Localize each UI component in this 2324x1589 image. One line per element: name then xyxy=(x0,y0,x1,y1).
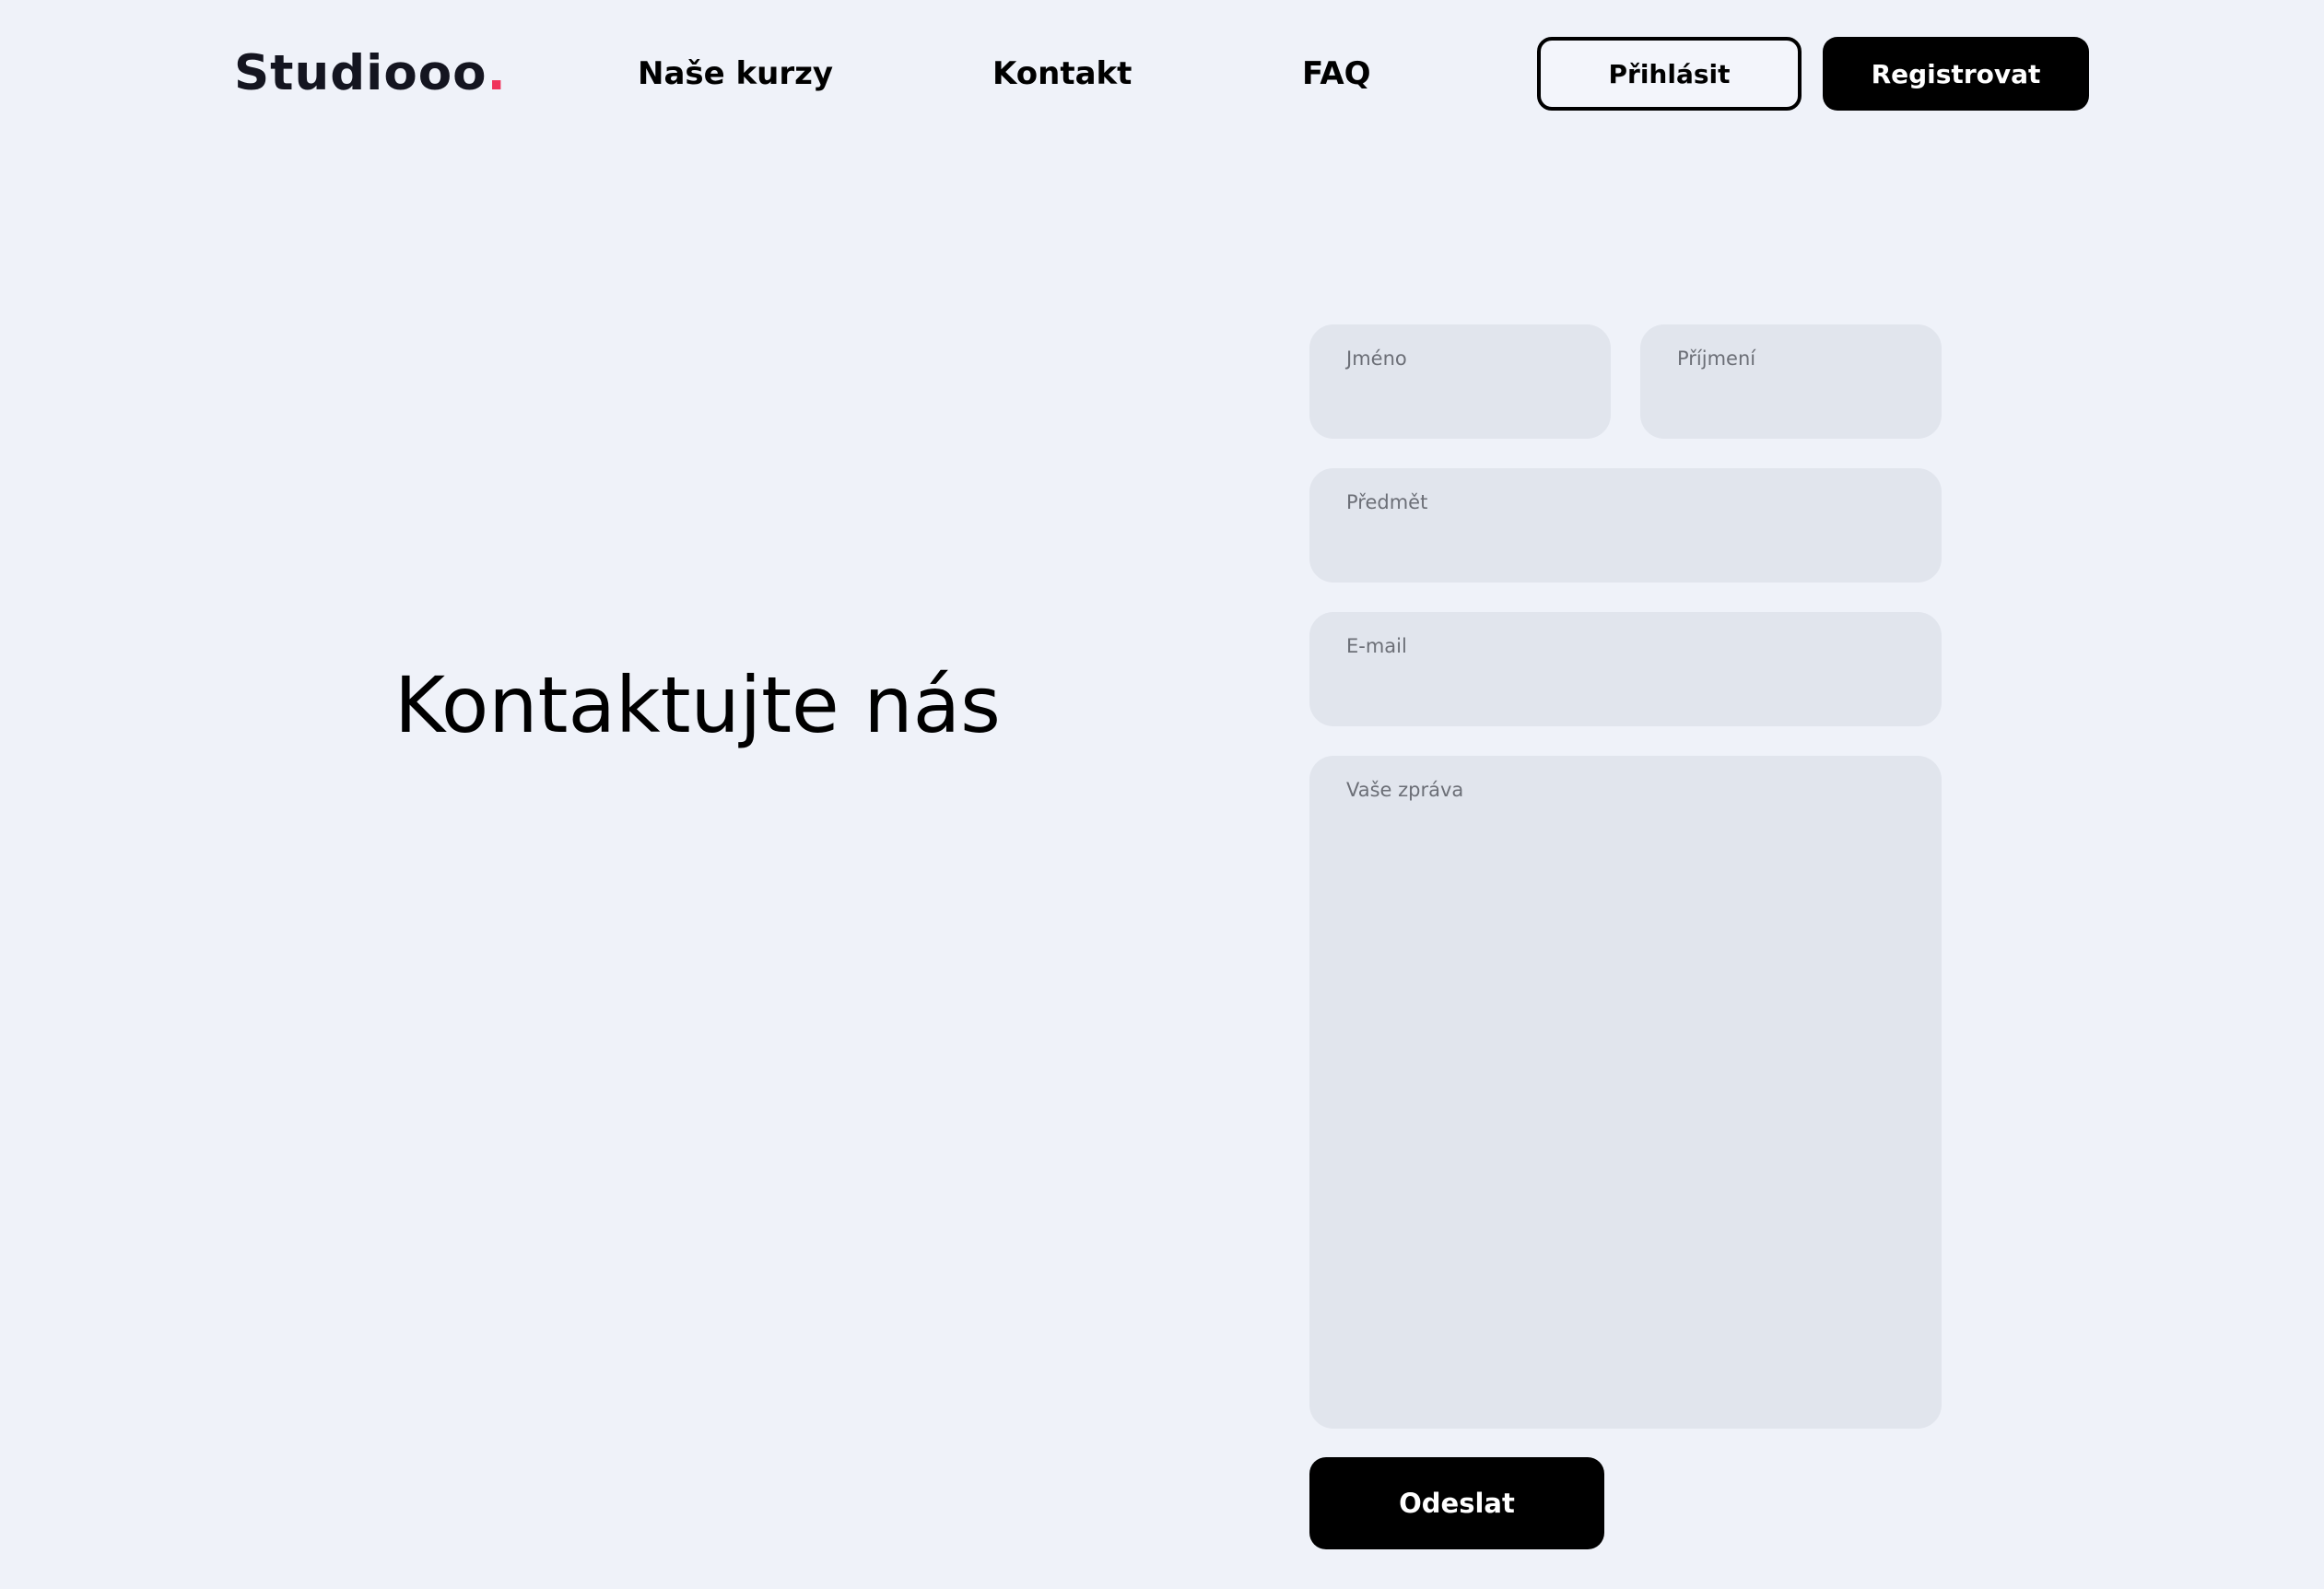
page: Studiooo. Naše kurzy Kontakt FAQ Přihlás… xyxy=(0,0,2324,1589)
logo-text: Studiooo xyxy=(234,45,487,101)
nav-link-courses[interactable]: Naše kurzy xyxy=(638,52,833,96)
subject-label: Předmět xyxy=(1346,491,1428,513)
message-label: Vaše zpráva xyxy=(1346,779,1464,801)
register-button[interactable]: Registrovat xyxy=(1823,37,2089,111)
first-name-field[interactable]: Jméno xyxy=(1309,324,1611,439)
first-name-label: Jméno xyxy=(1346,347,1407,370)
nav-link-faq[interactable]: FAQ xyxy=(1302,52,1371,96)
message-field[interactable]: Vaše zpráva xyxy=(1309,756,1942,1429)
login-button[interactable]: Přihlásit xyxy=(1537,37,1802,111)
last-name-field[interactable]: Příjmení xyxy=(1640,324,1942,439)
last-name-label: Příjmení xyxy=(1677,347,1756,370)
logo-dot: . xyxy=(487,45,507,101)
logo[interactable]: Studiooo. xyxy=(234,44,507,103)
email-label: E-mail xyxy=(1346,635,1407,657)
page-title: Kontaktujte nás xyxy=(394,660,1001,750)
submit-button[interactable]: Odeslat xyxy=(1309,1457,1604,1549)
subject-field[interactable]: Předmět xyxy=(1309,468,1942,583)
email-field[interactable]: E-mail xyxy=(1309,612,1942,726)
nav-link-contact[interactable]: Kontakt xyxy=(992,52,1132,96)
